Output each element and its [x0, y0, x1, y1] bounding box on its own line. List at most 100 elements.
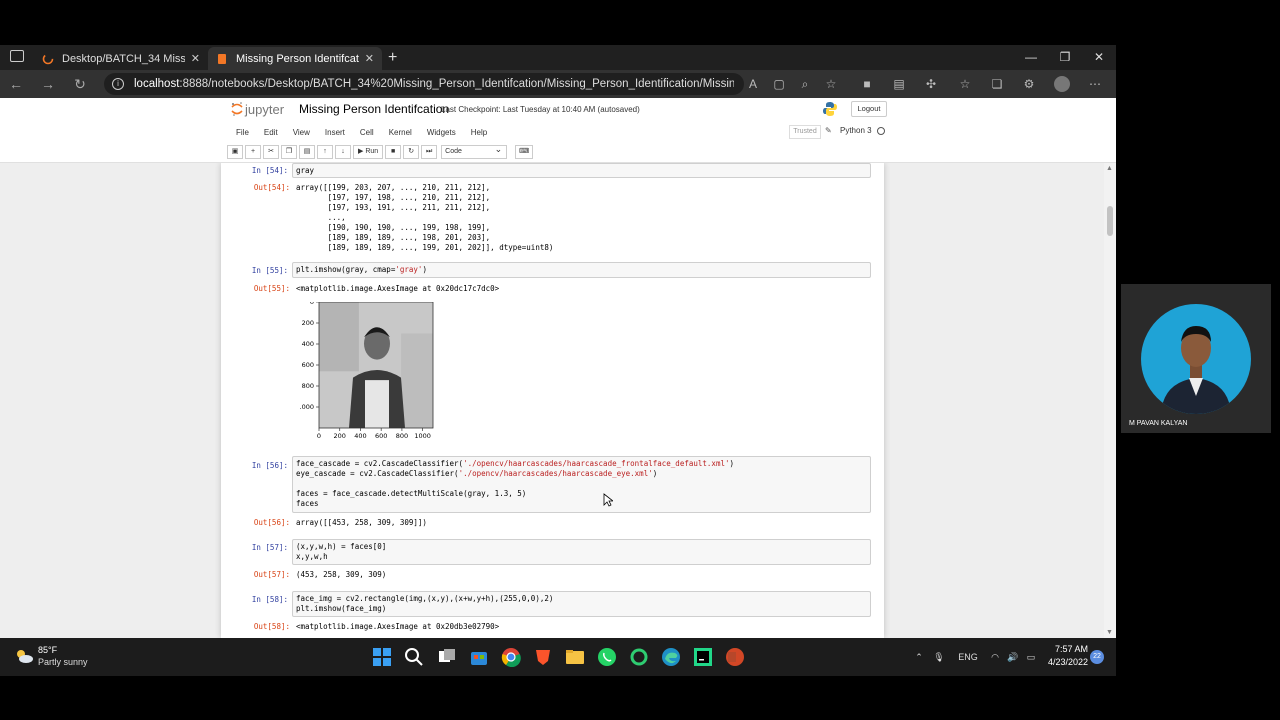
- notebook-title[interactable]: Missing Person Identifcation: [299, 102, 449, 116]
- zoom-icon[interactable]: ⌕: [798, 77, 812, 91]
- close-icon[interactable]: ✕: [365, 52, 374, 65]
- file-explorer-icon[interactable]: [565, 647, 585, 667]
- maximize-icon[interactable]: ❐: [1048, 45, 1082, 70]
- scroll-thumb[interactable]: [1107, 206, 1113, 236]
- tab-notebook[interactable]: Missing Person Identifcation - Jupyter N…: [208, 47, 382, 70]
- weather-temperature[interactable]: 85°F: [38, 645, 57, 655]
- extension-2-icon[interactable]: ▤: [892, 77, 906, 91]
- collections-icon[interactable]: ❏: [990, 77, 1004, 91]
- run-button[interactable]: ▶ Run: [353, 145, 384, 159]
- kernel-idle-icon: [877, 127, 885, 135]
- forward-icon[interactable]: →: [32, 76, 64, 92]
- tab-actions-icon[interactable]: [10, 50, 24, 62]
- imshow-plot: 0 200 400 600 800 1000 0 200 400 600 800 1000: [300, 302, 434, 440]
- profile-avatar-icon[interactable]: [1054, 76, 1070, 92]
- code-cell[interactable]: face_img = cv2.rectangle(img,(x,y),(x+w,…: [292, 591, 871, 617]
- image-wall-right: [401, 333, 433, 428]
- menu-cell[interactable]: Cell: [360, 128, 374, 137]
- paste-icon[interactable]: ▤: [299, 145, 315, 159]
- jupyter-logo[interactable]: jupyter: [231, 101, 284, 117]
- menu-file[interactable]: File: [236, 128, 249, 137]
- pycharm-icon[interactable]: [693, 647, 713, 667]
- keyboard-icon[interactable]: ⌨: [515, 145, 534, 159]
- code-text: face_cascade = cv2.CascadeClassifier('./…: [296, 459, 735, 508]
- partly-sunny-icon[interactable]: [14, 648, 34, 664]
- edge-icon[interactable]: [661, 647, 681, 667]
- whatsapp-icon[interactable]: [597, 647, 617, 667]
- screen: Desktop/BATCH_34 Missing_Person_Identifi…: [0, 0, 1280, 720]
- extension-3-icon[interactable]: ⚙: [1022, 77, 1036, 91]
- move-down-icon[interactable]: ↓: [335, 145, 351, 159]
- close-window-icon[interactable]: ✕: [1082, 45, 1116, 70]
- pencil-icon[interactable]: ✎: [825, 126, 832, 135]
- extension-icon[interactable]: ■: [860, 77, 874, 91]
- clock-time[interactable]: 7:57 AM: [1050, 644, 1088, 654]
- y-tick-label: 800: [302, 382, 314, 390]
- read-aloud-icon[interactable]: A: [746, 77, 760, 91]
- more-icon[interactable]: ⋯: [1088, 77, 1102, 91]
- fast-forward-icon[interactable]: ⏭: [421, 145, 438, 159]
- chevron-up-icon[interactable]: ⌃: [910, 652, 928, 663]
- stop-icon[interactable]: ■: [385, 145, 402, 159]
- refresh-icon[interactable]: ↻: [64, 76, 96, 93]
- menu-edit[interactable]: Edit: [264, 128, 278, 137]
- menu-widgets[interactable]: Widgets: [427, 128, 456, 137]
- favorites-icon[interactable]: ☆: [958, 77, 972, 91]
- logout-button[interactable]: Logout: [851, 101, 887, 117]
- minimize-icon[interactable]: —: [1014, 45, 1048, 70]
- app-ring-icon[interactable]: [629, 647, 649, 667]
- code-cell[interactable]: gray: [292, 163, 871, 178]
- menu-help[interactable]: Help: [471, 128, 487, 137]
- copy-icon[interactable]: ❐: [281, 145, 297, 159]
- trusted-badge[interactable]: Trusted: [789, 125, 821, 139]
- scroll-down-icon[interactable]: ▼: [1106, 629, 1113, 636]
- back-icon[interactable]: ←: [0, 76, 32, 92]
- jupyter-favicon-icon: [218, 53, 226, 64]
- chrome-icon[interactable]: [501, 647, 521, 667]
- close-icon[interactable]: ✕: [191, 52, 200, 65]
- output-text: array([[199, 203, 207, ..., 210, 211, 21…: [296, 183, 554, 252]
- language-indicator[interactable]: ENG: [950, 652, 986, 662]
- code-cell[interactable]: (x,y,w,h) = faces[0] x,y,w,h: [292, 539, 871, 565]
- weather-description[interactable]: Partly sunny: [38, 657, 88, 667]
- scrollbar[interactable]: ▲ ▼: [1104, 163, 1116, 638]
- info-icon[interactable]: i: [112, 78, 124, 90]
- address-bar[interactable]: i localhost:8888/notebooks/Desktop/BATCH…: [104, 73, 744, 95]
- battery-icon[interactable]: ▭: [1022, 652, 1040, 663]
- search-icon[interactable]: [404, 647, 424, 667]
- tab-desktop[interactable]: Desktop/BATCH_34 Missing_Person_Identifi…: [34, 47, 208, 70]
- restart-icon[interactable]: ↻: [403, 145, 420, 159]
- wifi-icon[interactable]: ◠: [986, 652, 1004, 663]
- windows-start-icon[interactable]: [372, 647, 392, 667]
- powerpoint-icon[interactable]: [725, 647, 745, 667]
- notebook-area: In [54]: gray Out[54]: array([[199, 203,…: [0, 163, 1116, 638]
- code-text: face_img = cv2.rectangle(img,(x,y),(x+w,…: [296, 594, 554, 613]
- menu-view[interactable]: View: [293, 128, 310, 137]
- input-prompt: In [56]:: [251, 461, 288, 470]
- clock-date[interactable]: 4/23/2022: [1040, 657, 1088, 667]
- store-icon[interactable]: [469, 647, 489, 667]
- x-tick-label: 800: [396, 432, 408, 440]
- microphone-icon[interactable]: 🎙: [928, 652, 950, 663]
- extensions-icon[interactable]: ✣: [924, 77, 938, 91]
- insert-cell-icon[interactable]: +: [245, 145, 261, 159]
- move-up-icon[interactable]: ↑: [317, 145, 333, 159]
- brave-icon[interactable]: [533, 647, 553, 667]
- notification-badge[interactable]: 22: [1090, 650, 1104, 664]
- code-cell[interactable]: face_cascade = cv2.CascadeClassifier('./…: [292, 456, 871, 513]
- x-tick-label: 0: [317, 432, 321, 440]
- task-view-icon[interactable]: [437, 647, 457, 667]
- favorite-add-icon[interactable]: ☆: [824, 77, 838, 91]
- new-tab-icon[interactable]: +: [388, 47, 397, 69]
- output-prompt: Out[54]:: [253, 183, 290, 192]
- reader-view-icon[interactable]: ▢: [772, 77, 786, 91]
- menu-insert[interactable]: Insert: [325, 128, 345, 137]
- cut-icon[interactable]: ✂: [263, 145, 279, 159]
- code-cell[interactable]: plt.imshow(gray, cmap='gray'): [292, 262, 871, 278]
- x-tick-label: 200: [334, 432, 346, 440]
- cell-type-select[interactable]: Code: [441, 143, 508, 159]
- save-icon[interactable]: ▣: [227, 145, 243, 159]
- scroll-up-icon[interactable]: ▲: [1106, 165, 1113, 172]
- volume-icon[interactable]: 🔊: [1004, 652, 1022, 663]
- menu-kernel[interactable]: Kernel: [389, 128, 412, 137]
